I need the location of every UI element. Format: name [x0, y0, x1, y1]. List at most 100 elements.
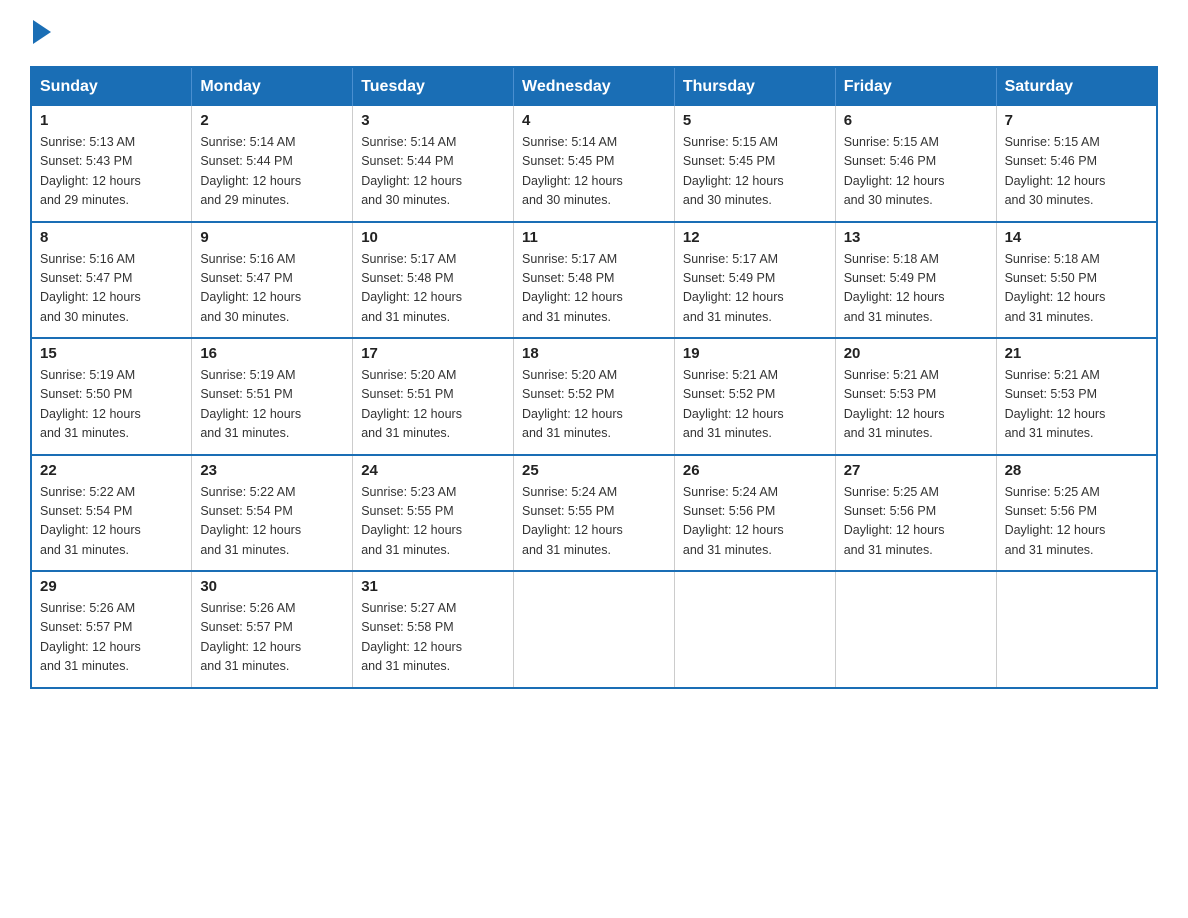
- day-number: 14: [1005, 229, 1148, 246]
- day-number: 28: [1005, 462, 1148, 479]
- day-info: Sunrise: 5:21 AMSunset: 5:53 PMDaylight:…: [1005, 368, 1106, 440]
- calendar-cell: 16Sunrise: 5:19 AMSunset: 5:51 PMDayligh…: [192, 338, 353, 455]
- page-header: [30, 20, 1158, 46]
- calendar-cell: 17Sunrise: 5:20 AMSunset: 5:51 PMDayligh…: [353, 338, 514, 455]
- calendar-cell: 7 Sunrise: 5:15 AMSunset: 5:46 PMDaylight…: [996, 106, 1157, 222]
- day-info: Sunrise: 5:14 AMSunset: 5:45 PMDaylight:…: [522, 135, 623, 207]
- calendar-cell: 21 Sunrise: 5:21 AMSunset: 5:53 PMDayligh…: [996, 338, 1157, 455]
- weekday-header-wednesday: Wednesday: [514, 67, 675, 106]
- weekday-header-row: SundayMondayTuesdayWednesdayThursdayFrid…: [31, 67, 1157, 106]
- calendar-cell: 24 Sunrise: 5:23 AMSunset: 5:55 PMDayligh…: [353, 455, 514, 572]
- day-number: 20: [844, 345, 988, 362]
- day-number: 27: [844, 462, 988, 479]
- calendar-cell: 28 Sunrise: 5:25 AMSunset: 5:56 PMDayligh…: [996, 455, 1157, 572]
- calendar-cell: [996, 571, 1157, 688]
- day-info: Sunrise: 5:15 AMSunset: 5:46 PMDaylight:…: [1005, 135, 1106, 207]
- day-number: 15: [40, 345, 183, 362]
- calendar-cell: 6 Sunrise: 5:15 AMSunset: 5:46 PMDaylight…: [835, 106, 996, 222]
- day-info: Sunrise: 5:13 AMSunset: 5:43 PMDaylight:…: [40, 135, 141, 207]
- day-number: 4: [522, 112, 666, 129]
- calendar-cell: 29 Sunrise: 5:26 AMSunset: 5:57 PMDayligh…: [31, 571, 192, 688]
- calendar-cell: 3 Sunrise: 5:14 AMSunset: 5:44 PMDaylight…: [353, 106, 514, 222]
- day-info: Sunrise: 5:20 AMSunset: 5:51 PMDaylight:…: [361, 368, 462, 440]
- calendar-cell: 19 Sunrise: 5:21 AMSunset: 5:52 PMDayligh…: [674, 338, 835, 455]
- day-info: Sunrise: 5:26 AMSunset: 5:57 PMDaylight:…: [40, 601, 141, 673]
- day-info: Sunrise: 5:26 AMSunset: 5:57 PMDaylight:…: [200, 601, 301, 673]
- calendar-cell: 13 Sunrise: 5:18 AMSunset: 5:49 PMDayligh…: [835, 222, 996, 339]
- calendar-week-row: 15Sunrise: 5:19 AMSunset: 5:50 PMDayligh…: [31, 338, 1157, 455]
- day-number: 30: [200, 578, 344, 595]
- logo: [30, 20, 51, 46]
- calendar-table: SundayMondayTuesdayWednesdayThursdayFrid…: [30, 66, 1158, 689]
- day-info: Sunrise: 5:16 AMSunset: 5:47 PMDaylight:…: [200, 252, 301, 324]
- calendar-cell: 10 Sunrise: 5:17 AMSunset: 5:48 PMDayligh…: [353, 222, 514, 339]
- calendar-cell: 31 Sunrise: 5:27 AMSunset: 5:58 PMDayligh…: [353, 571, 514, 688]
- weekday-header-monday: Monday: [192, 67, 353, 106]
- day-number: 3: [361, 112, 505, 129]
- day-info: Sunrise: 5:19 AMSunset: 5:51 PMDaylight:…: [200, 368, 301, 440]
- day-number: 29: [40, 578, 183, 595]
- day-number: 5: [683, 112, 827, 129]
- day-number: 25: [522, 462, 666, 479]
- day-number: 23: [200, 462, 344, 479]
- day-number: 13: [844, 229, 988, 246]
- day-number: 26: [683, 462, 827, 479]
- day-info: Sunrise: 5:15 AMSunset: 5:45 PMDaylight:…: [683, 135, 784, 207]
- calendar-cell: 9Sunrise: 5:16 AMSunset: 5:47 PMDaylight…: [192, 222, 353, 339]
- calendar-cell: 25Sunrise: 5:24 AMSunset: 5:55 PMDayligh…: [514, 455, 675, 572]
- weekday-header-tuesday: Tuesday: [353, 67, 514, 106]
- day-number: 21: [1005, 345, 1148, 362]
- day-info: Sunrise: 5:14 AMSunset: 5:44 PMDaylight:…: [200, 135, 301, 207]
- day-info: Sunrise: 5:14 AMSunset: 5:44 PMDaylight:…: [361, 135, 462, 207]
- day-number: 6: [844, 112, 988, 129]
- day-number: 11: [522, 229, 666, 246]
- calendar-cell: 1 Sunrise: 5:13 AMSunset: 5:43 PMDaylight…: [31, 106, 192, 222]
- day-number: 10: [361, 229, 505, 246]
- logo-arrow-icon: [33, 20, 51, 44]
- day-info: Sunrise: 5:17 AMSunset: 5:48 PMDaylight:…: [361, 252, 462, 324]
- calendar-cell: 8 Sunrise: 5:16 AMSunset: 5:47 PMDaylight…: [31, 222, 192, 339]
- calendar-cell: 30 Sunrise: 5:26 AMSunset: 5:57 PMDayligh…: [192, 571, 353, 688]
- calendar-week-row: 8 Sunrise: 5:16 AMSunset: 5:47 PMDaylight…: [31, 222, 1157, 339]
- day-info: Sunrise: 5:25 AMSunset: 5:56 PMDaylight:…: [844, 485, 945, 557]
- weekday-header-sunday: Sunday: [31, 67, 192, 106]
- day-info: Sunrise: 5:22 AMSunset: 5:54 PMDaylight:…: [200, 485, 301, 557]
- day-number: 22: [40, 462, 183, 479]
- calendar-week-row: 29 Sunrise: 5:26 AMSunset: 5:57 PMDayligh…: [31, 571, 1157, 688]
- day-info: Sunrise: 5:15 AMSunset: 5:46 PMDaylight:…: [844, 135, 945, 207]
- day-number: 7: [1005, 112, 1148, 129]
- day-info: Sunrise: 5:16 AMSunset: 5:47 PMDaylight:…: [40, 252, 141, 324]
- day-number: 18: [522, 345, 666, 362]
- day-number: 24: [361, 462, 505, 479]
- calendar-cell: 23 Sunrise: 5:22 AMSunset: 5:54 PMDayligh…: [192, 455, 353, 572]
- day-info: Sunrise: 5:17 AMSunset: 5:48 PMDaylight:…: [522, 252, 623, 324]
- calendar-cell: 27 Sunrise: 5:25 AMSunset: 5:56 PMDayligh…: [835, 455, 996, 572]
- day-number: 1: [40, 112, 183, 129]
- calendar-cell: [514, 571, 675, 688]
- day-number: 2: [200, 112, 344, 129]
- day-info: Sunrise: 5:20 AMSunset: 5:52 PMDaylight:…: [522, 368, 623, 440]
- day-number: 19: [683, 345, 827, 362]
- day-number: 8: [40, 229, 183, 246]
- calendar-cell: 22 Sunrise: 5:22 AMSunset: 5:54 PMDayligh…: [31, 455, 192, 572]
- day-info: Sunrise: 5:23 AMSunset: 5:55 PMDaylight:…: [361, 485, 462, 557]
- calendar-week-row: 1 Sunrise: 5:13 AMSunset: 5:43 PMDaylight…: [31, 106, 1157, 222]
- weekday-header-thursday: Thursday: [674, 67, 835, 106]
- calendar-cell: [674, 571, 835, 688]
- day-number: 31: [361, 578, 505, 595]
- day-info: Sunrise: 5:21 AMSunset: 5:53 PMDaylight:…: [844, 368, 945, 440]
- calendar-cell: 5 Sunrise: 5:15 AMSunset: 5:45 PMDaylight…: [674, 106, 835, 222]
- calendar-cell: 20 Sunrise: 5:21 AMSunset: 5:53 PMDayligh…: [835, 338, 996, 455]
- calendar-week-row: 22 Sunrise: 5:22 AMSunset: 5:54 PMDayligh…: [31, 455, 1157, 572]
- calendar-cell: 18 Sunrise: 5:20 AMSunset: 5:52 PMDayligh…: [514, 338, 675, 455]
- day-info: Sunrise: 5:18 AMSunset: 5:50 PMDaylight:…: [1005, 252, 1106, 324]
- day-number: 12: [683, 229, 827, 246]
- day-info: Sunrise: 5:21 AMSunset: 5:52 PMDaylight:…: [683, 368, 784, 440]
- weekday-header-saturday: Saturday: [996, 67, 1157, 106]
- day-info: Sunrise: 5:22 AMSunset: 5:54 PMDaylight:…: [40, 485, 141, 557]
- day-info: Sunrise: 5:18 AMSunset: 5:49 PMDaylight:…: [844, 252, 945, 324]
- day-info: Sunrise: 5:25 AMSunset: 5:56 PMDaylight:…: [1005, 485, 1106, 557]
- day-info: Sunrise: 5:27 AMSunset: 5:58 PMDaylight:…: [361, 601, 462, 673]
- calendar-cell: 15Sunrise: 5:19 AMSunset: 5:50 PMDayligh…: [31, 338, 192, 455]
- calendar-cell: 11 Sunrise: 5:17 AMSunset: 5:48 PMDayligh…: [514, 222, 675, 339]
